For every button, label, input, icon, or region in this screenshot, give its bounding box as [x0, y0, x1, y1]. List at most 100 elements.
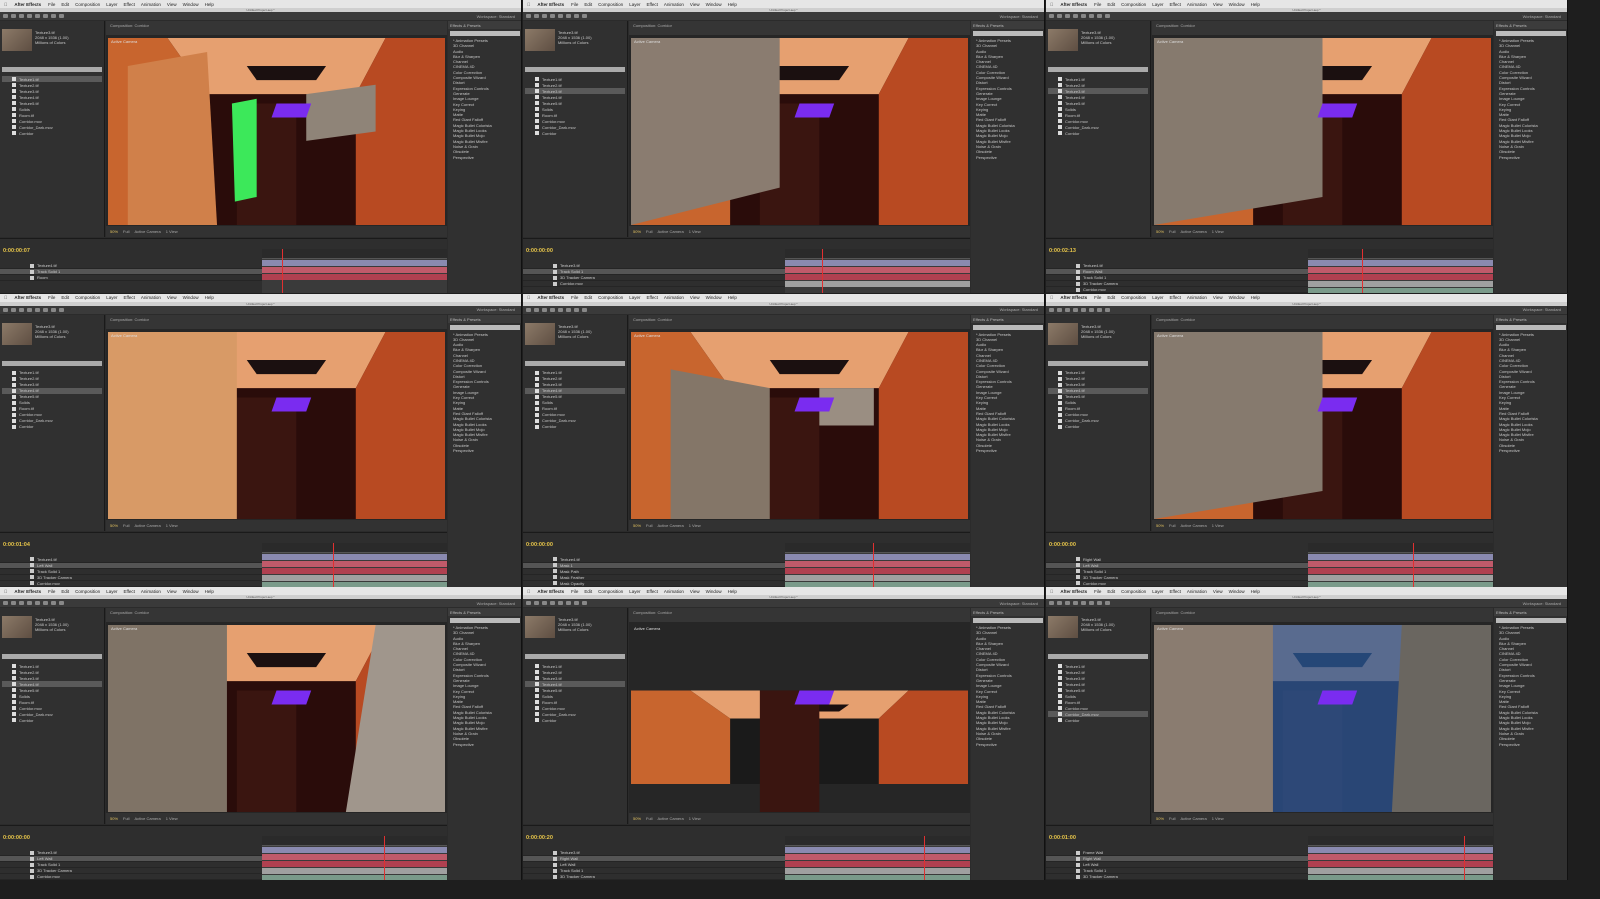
layer-bar[interactable]	[785, 560, 970, 567]
composition-tab[interactable]: Composition: Corridor	[629, 314, 970, 329]
timeline-tracks[interactable]	[785, 542, 970, 587]
menu-edit[interactable]: Edit	[1107, 2, 1115, 7]
hand-tool-icon[interactable]	[11, 307, 16, 312]
layer-bar[interactable]	[785, 861, 970, 867]
magnification-select[interactable]: 50%	[110, 816, 118, 821]
project-search-input[interactable]	[1048, 67, 1148, 72]
layer-bar[interactable]	[1308, 260, 1493, 266]
menu-help[interactable]: Help	[728, 295, 737, 300]
menu-view[interactable]: View	[1213, 589, 1223, 594]
menu-composition[interactable]: Composition	[598, 295, 623, 300]
magnification-select[interactable]: 50%	[1156, 229, 1164, 234]
apple-icon[interactable]: 	[4, 2, 7, 7]
menu-animation[interactable]: Animation	[664, 295, 684, 300]
effects-tab[interactable]: Effects & Presets	[971, 314, 1044, 323]
effect-category[interactable]: Perspective	[1494, 155, 1567, 160]
app-name[interactable]: After Effects	[537, 295, 564, 300]
selection-tool-icon[interactable]	[3, 601, 8, 605]
project-item[interactable]: Corridor	[525, 717, 625, 723]
camera-tool-icon[interactable]	[35, 307, 40, 312]
app-name[interactable]: After Effects	[1060, 295, 1087, 300]
menu-layer[interactable]: Layer	[1152, 295, 1163, 300]
camera-tool-icon[interactable]	[1081, 14, 1086, 18]
workspace-select[interactable]: Standard	[499, 14, 515, 19]
current-time[interactable]: 0:00:00:00	[3, 835, 30, 841]
menu-file[interactable]: File	[571, 295, 578, 300]
layer-bar[interactable]	[785, 574, 970, 581]
layer-bar[interactable]	[785, 854, 970, 860]
menu-composition[interactable]: Composition	[75, 2, 100, 7]
effects-tab[interactable]: Effects & Presets	[448, 608, 521, 616]
app-name[interactable]: After Effects	[14, 589, 41, 594]
menu-edit[interactable]: Edit	[584, 2, 592, 7]
pen-tool-icon[interactable]	[43, 307, 48, 312]
composition-canvas[interactable]: Active Camera	[108, 38, 445, 225]
layer-bar[interactable]	[1308, 553, 1493, 560]
views-layout-select[interactable]: 1 View	[1212, 816, 1224, 821]
menu-composition[interactable]: Composition	[598, 589, 623, 594]
pen-tool-icon[interactable]	[566, 307, 571, 312]
hand-tool-icon[interactable]	[1057, 14, 1062, 18]
project-item[interactable]: Corridor	[2, 717, 102, 723]
menu-layer[interactable]: Layer	[1152, 2, 1163, 7]
project-search-input[interactable]	[525, 360, 625, 366]
effects-tab[interactable]: Effects & Presets	[1494, 21, 1567, 29]
timeline-tracks[interactable]	[1308, 249, 1493, 293]
menu-effect[interactable]: Effect	[646, 2, 657, 7]
rotate-tool-icon[interactable]	[1073, 601, 1078, 605]
composition-canvas[interactable]: Active Camera	[631, 38, 968, 225]
layer-bar[interactable]	[1308, 581, 1493, 587]
camera-tool-icon[interactable]	[558, 601, 563, 605]
layer-bar[interactable]	[1308, 847, 1493, 853]
view-select[interactable]: Active Camera	[134, 523, 160, 528]
time-ruler[interactable]	[785, 836, 970, 846]
menu-window[interactable]: Window	[183, 295, 199, 300]
selection-tool-icon[interactable]	[3, 307, 8, 312]
resolution-select[interactable]: Full	[646, 816, 652, 821]
magnification-select[interactable]: 50%	[1156, 816, 1164, 821]
project-item[interactable]: Corridor	[1048, 424, 1148, 430]
project-item[interactable]: Corridor	[2, 130, 102, 136]
menu-view[interactable]: View	[167, 589, 177, 594]
zoom-tool-icon[interactable]	[542, 601, 547, 605]
menu-window[interactable]: Window	[706, 589, 722, 594]
current-time[interactable]: 0:00:00:00	[1049, 542, 1076, 548]
workspace-select[interactable]: Standard	[1022, 601, 1038, 606]
time-ruler[interactable]	[262, 249, 447, 259]
menu-file[interactable]: File	[48, 295, 55, 300]
time-ruler[interactable]	[1308, 249, 1493, 259]
layer-row[interactable]: Corridor.mov	[0, 581, 262, 587]
camera-tool-icon[interactable]	[35, 14, 40, 18]
menu-animation[interactable]: Animation	[1187, 2, 1207, 7]
magnification-select[interactable]: 50%	[1156, 523, 1164, 528]
menu-window[interactable]: Window	[1229, 589, 1245, 594]
composition-canvas[interactable]: Active Camera	[108, 331, 445, 519]
pen-tool-icon[interactable]	[43, 14, 48, 18]
current-time-indicator[interactable]	[333, 542, 334, 587]
composition-tab[interactable]: Composition: Corridor	[106, 314, 447, 329]
views-layout-select[interactable]: 1 View	[1212, 523, 1224, 528]
project-item[interactable]: Corridor	[1048, 130, 1148, 136]
layer-bar[interactable]	[262, 875, 447, 880]
resolution-select[interactable]: Full	[1169, 523, 1175, 528]
effects-search-input[interactable]	[973, 324, 1043, 330]
composition-tab[interactable]: Composition: Corridor	[106, 21, 447, 35]
layer-bar[interactable]	[262, 567, 447, 574]
workspace-select[interactable]: Standard	[1022, 307, 1038, 312]
menu-composition[interactable]: Composition	[1121, 589, 1146, 594]
rotate-tool-icon[interactable]	[550, 14, 555, 18]
current-time[interactable]: 0:00:01:04	[3, 542, 30, 548]
brush-tool-icon[interactable]	[582, 14, 587, 18]
current-time[interactable]: 0:00:01:00	[1049, 835, 1076, 841]
composition-canvas[interactable]: Active Camera	[1154, 625, 1491, 812]
menu-composition[interactable]: Composition	[1121, 2, 1146, 7]
brush-tool-icon[interactable]	[582, 307, 587, 312]
menu-view[interactable]: View	[167, 295, 177, 300]
layer-bar[interactable]	[1308, 574, 1493, 581]
effects-search-input[interactable]	[450, 618, 520, 623]
layer-row[interactable]: Corridor.mov	[1046, 287, 1308, 293]
current-time[interactable]: 0:00:00:07	[3, 248, 30, 254]
menu-composition[interactable]: Composition	[1121, 295, 1146, 300]
resolution-select[interactable]: Full	[646, 523, 652, 528]
composition-canvas[interactable]: Active Camera	[1154, 331, 1491, 519]
